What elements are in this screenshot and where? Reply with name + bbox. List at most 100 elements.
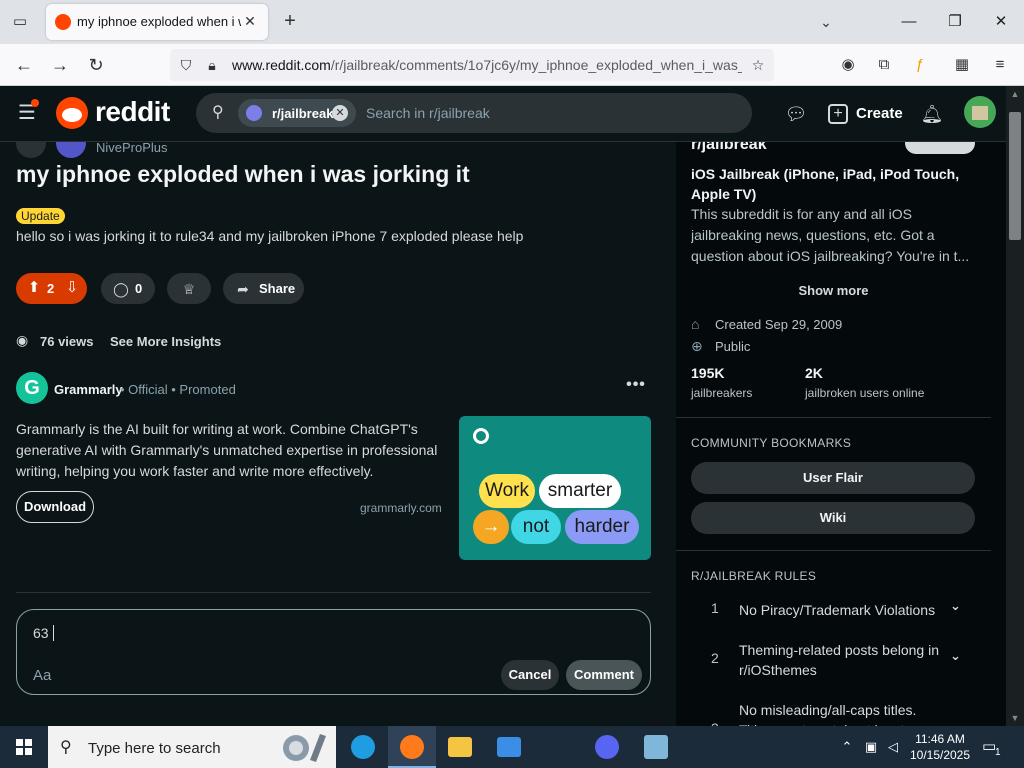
bookmark-wiki[interactable]: Wiki [691, 502, 975, 534]
subreddit-avatar [246, 105, 262, 121]
scroll-down-icon[interactable]: ▼ [1006, 710, 1024, 726]
award-button[interactable]: ♕ [167, 273, 211, 304]
comment-submit-button[interactable]: Comment [566, 660, 642, 690]
search-bar[interactable]: ⚲ r/jailbreak ✕ [196, 93, 752, 133]
rule-number: 1 [711, 600, 719, 616]
extension-icon[interactable]: ƒ [908, 53, 932, 77]
chevron-down-icon[interactable]: ⌄ [814, 10, 838, 34]
taskbar-firefox[interactable] [388, 726, 436, 768]
ad-word-smarter: smarter [539, 474, 621, 508]
user-avatar[interactable] [964, 96, 996, 128]
notification-dot [31, 99, 39, 107]
advertiser-name[interactable]: Grammarly [54, 382, 123, 397]
taskbar-app[interactable] [485, 726, 533, 768]
notification-center-icon[interactable]: ▭ 1 [982, 737, 1004, 758]
divider [16, 592, 651, 593]
comment-count: 0 [135, 281, 143, 296]
browser-tab-active[interactable]: my iphnoe exploded when i was jorking it… [46, 4, 268, 40]
taskbar-search-input[interactable] [88, 739, 258, 757]
more-options-icon[interactable]: ••• [624, 374, 648, 398]
chevron-down-icon[interactable]: ⌄ [950, 648, 961, 664]
url-host: www.reddit.com [232, 57, 331, 73]
reload-icon[interactable]: ↻ [82, 51, 110, 79]
tab-list-icon[interactable]: ▭ [8, 10, 32, 34]
back-button[interactable] [16, 142, 46, 158]
volume-muted-icon[interactable]: ◁ [884, 738, 902, 756]
reddit-logo-icon[interactable] [56, 97, 88, 129]
close-window-icon[interactable]: ✕ [986, 8, 1016, 36]
downvote-icon[interactable]: ⇩ [62, 278, 82, 298]
create-label: Create [856, 105, 903, 122]
taskbar-search[interactable]: ⚲ [48, 726, 336, 768]
grammarly-logo-icon[interactable]: G [16, 372, 48, 404]
ad-domain[interactable]: grammarly.com [360, 501, 442, 515]
post-author[interactable]: NiveProPlus [96, 142, 168, 155]
chat-icon[interactable]: 💬︎ [784, 102, 808, 126]
browser-tab-bar: ▭ my iphnoe exploded when i was jorking … [0, 0, 1024, 44]
extensions-icon[interactable]: ⧉ [872, 53, 896, 77]
taskbar-edge[interactable] [339, 726, 387, 768]
minimize-icon[interactable]: — [894, 8, 924, 36]
menu-icon[interactable]: ≡ [988, 53, 1012, 77]
new-tab-icon[interactable]: + [278, 10, 302, 34]
post-body: hello so i was jorking it to rule34 and … [16, 228, 524, 244]
online-count: 2K [805, 365, 823, 381]
post-title: my iphnoe exploded when i was jorking it [16, 161, 470, 187]
address-bar[interactable]: ⛉ 🔒︎ www.reddit.com/r/jailbreak/comments… [170, 49, 774, 81]
reddit-wordmark[interactable]: reddit [95, 96, 170, 128]
ad-image[interactable]: Work smarter → not harder [459, 416, 651, 560]
created-date: Created Sep 29, 2009 [715, 317, 843, 332]
system-clock[interactable]: 11:46 AM 10/15/2025 [904, 731, 976, 763]
chevron-down-icon[interactable]: ⌄ [950, 718, 961, 726]
back-arrow-icon[interactable]: ← [10, 51, 38, 79]
share-button[interactable]: ➦ Share [223, 273, 304, 304]
rule-number: 2 [711, 650, 719, 666]
account-icon[interactable]: ◉ [836, 53, 860, 77]
download-button[interactable]: Download [16, 491, 94, 523]
post-flair[interactable]: Update [16, 208, 65, 224]
shield-icon[interactable]: ⛉ [176, 55, 196, 75]
scroll-up-icon[interactable]: ▲ [1006, 86, 1024, 102]
close-tab-icon[interactable]: ✕ [240, 11, 260, 31]
scrollbar-thumb[interactable] [1009, 112, 1021, 240]
edge-icon [351, 735, 375, 759]
taskbar-discord[interactable] [583, 726, 631, 768]
taskbar-notepad[interactable] [632, 726, 680, 768]
taskbar-file-explorer[interactable] [436, 726, 484, 768]
comment-composer[interactable]: 63 Aa Cancel Comment [16, 609, 651, 695]
url-text[interactable]: www.reddit.com/r/jailbreak/comments/1o7j… [232, 57, 742, 73]
see-more-insights-link[interactable]: See More Insights [110, 334, 221, 349]
formatting-button[interactable]: Aa [33, 667, 51, 684]
chevron-up-icon[interactable]: ⌃ [838, 738, 856, 756]
chevron-down-icon[interactable]: ⌄ [950, 598, 961, 614]
show-more-button[interactable]: Show more [676, 283, 991, 298]
clear-scope-icon[interactable]: ✕ [332, 105, 348, 121]
create-button[interactable]: + Create [828, 96, 903, 132]
start-button[interactable] [0, 726, 48, 768]
firefox-icon [400, 735, 424, 759]
container-icon[interactable]: ▦ [950, 53, 974, 77]
bookmark-star-icon[interactable]: ☆ [748, 55, 768, 75]
bell-icon[interactable]: 🔔︎ [920, 102, 944, 126]
windows-taskbar: ⚲ ⌃ ▣ ◁ 11:46 AM 10/15/2025 ▭1 [0, 726, 1024, 768]
comment-input[interactable]: 63 [33, 625, 54, 641]
join-button[interactable] [905, 142, 975, 154]
cancel-button[interactable]: Cancel [501, 660, 559, 690]
comment-value: 63 [33, 625, 49, 641]
comments-button[interactable]: ◯ 0 [101, 273, 155, 304]
ad-word-not: not [511, 510, 561, 544]
forward-arrow-icon[interactable]: → [46, 51, 74, 79]
network-icon[interactable]: ▣ [862, 738, 880, 756]
maximize-icon[interactable]: ❐ [940, 8, 970, 36]
search-input[interactable] [366, 103, 726, 123]
subreddit-avatar[interactable] [56, 142, 86, 158]
vote-control: ⬆ 2 ⇩ [16, 273, 87, 304]
post-column: NiveProPlus my iphnoe exploded when i wa… [0, 142, 676, 726]
lock-icon[interactable]: 🔒︎ [202, 55, 222, 75]
bookmark-user-flair[interactable]: User Flair [691, 462, 975, 494]
ad-text[interactable]: Grammarly is the AI built for writing at… [16, 419, 446, 482]
search-scope-chip[interactable]: r/jailbreak ✕ [238, 99, 356, 127]
upvote-icon[interactable]: ⬆ [24, 278, 44, 298]
notification-count: 1 [995, 747, 1001, 758]
page-scrollbar[interactable]: ▲ ▼ [1006, 86, 1024, 726]
